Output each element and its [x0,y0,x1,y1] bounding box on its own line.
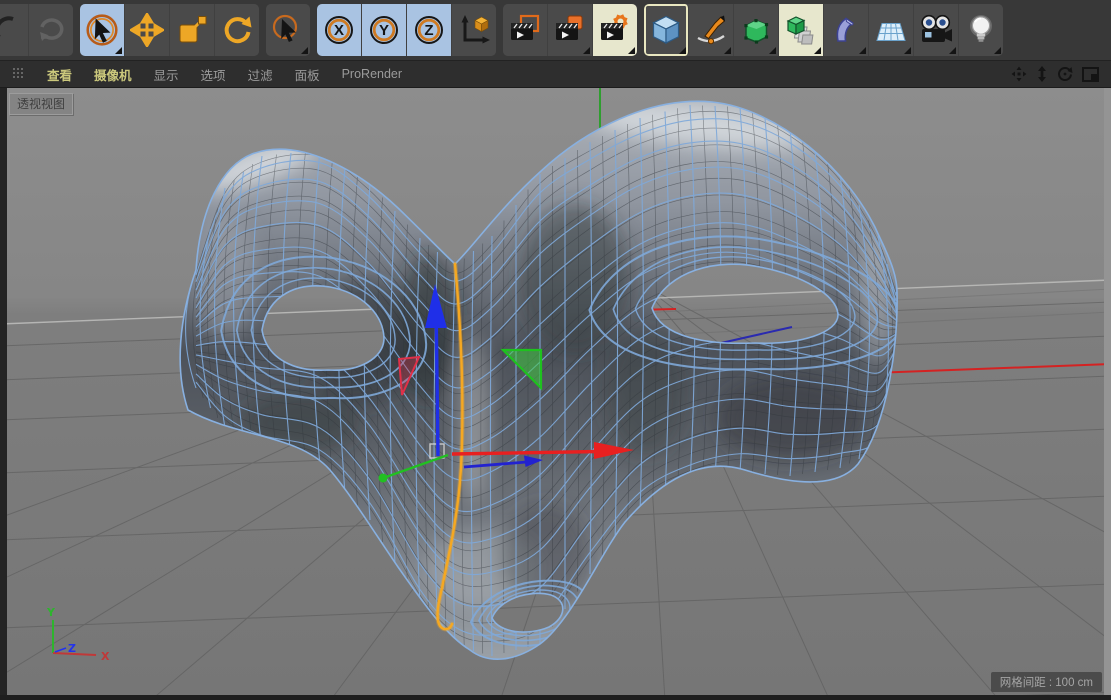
render-view-icon [508,13,542,47]
selection-group [266,4,310,56]
menu-filter[interactable]: 过滤 [237,65,284,84]
viewport-label: 透视视图 [9,93,73,115]
floor-environment-button[interactable] [869,4,914,56]
dropdown-corner [679,47,686,54]
pen-spline-button[interactable] [689,4,734,56]
menu-panel[interactable]: 面板 [284,65,331,84]
dropdown-corner [769,47,776,54]
selection-tool-button[interactable] [266,4,310,56]
dropdown-corner [724,47,731,54]
y-axis-label: Y [362,4,406,56]
viewport-bottom-edge [0,695,1111,700]
coordinate-system-icon [457,13,491,47]
axis-x-label: X [101,650,110,663]
toggle-panel-icon[interactable] [1082,67,1099,82]
subdivision-surface-icon [739,13,773,47]
menu-camera[interactable]: 摄像机 [83,65,143,84]
camera-button[interactable] [914,4,959,56]
add-cube-button[interactable] [644,4,689,56]
render-to-picture-viewer-button[interactable] [548,4,593,56]
axis-y-label: Y [46,606,56,619]
menu-display[interactable]: 显示 [143,65,190,84]
render-settings-icon [598,13,632,47]
grid-spacing-status: 网格间距 : 100 cm [991,672,1102,692]
object-creation-group [644,4,1003,56]
undo-icon [0,13,23,47]
dropdown-corner [583,47,590,54]
menu-view[interactable]: 查看 [36,65,83,84]
camera-icon [918,13,954,47]
rotate-tool-button[interactable] [215,4,259,56]
axis-lock-group: X Y Z [317,4,496,56]
live-selection-button[interactable] [80,4,125,56]
viewport-perspective[interactable]: Y Z X 透视视图 网格间距 : 100 cm [0,88,1111,700]
zoom-view-icon[interactable] [1036,66,1048,82]
scale-icon [175,13,209,47]
render-group [503,4,637,56]
rotate-icon [220,13,254,47]
viewport-left-edge [0,88,7,700]
dropdown-corner [949,47,956,54]
transform-tools-group [80,4,259,56]
lock-y-axis-button[interactable]: Y [362,4,407,56]
cinema4d-window: X Y Z [0,0,1111,700]
render-view-button[interactable] [503,4,548,56]
z-axis-label: Z [407,4,451,56]
live-selection-icon [84,12,120,48]
render-picture-viewer-icon [553,13,587,47]
render-settings-button[interactable] [593,4,637,56]
scale-tool-button[interactable] [170,4,215,56]
move-tool-button[interactable] [125,4,170,56]
dropdown-corner [994,47,1001,54]
light-bulb-icon [964,13,998,47]
dropdown-corner [859,47,866,54]
dropdown-corner [115,47,122,54]
rotate-view-icon[interactable] [1057,66,1073,82]
undo-button[interactable] [0,4,29,56]
menubar-grip-icon[interactable] [12,67,26,81]
viewport-menubar: 查看 摄像机 显示 选项 过滤 面板 ProRender [0,60,1111,88]
dropdown-corner [814,47,821,54]
pen-spline-icon [694,13,728,47]
dropdown-corner [904,47,911,54]
subdivision-surface-button[interactable] [734,4,779,56]
menu-prorender[interactable]: ProRender [331,67,413,81]
cube-primitive-icon [649,13,683,47]
redo-icon [34,13,68,47]
viewport-nav-icons [1011,66,1099,82]
menu-options[interactable]: 选项 [190,65,237,84]
viewport-scene: Y Z X [0,88,1111,700]
x-axis-label: X [317,4,361,56]
array-modeling-icon [784,13,818,47]
light-button[interactable] [959,4,1003,56]
deformer-icon [829,13,863,47]
coordinate-system-button[interactable] [452,4,496,56]
array-modeling-button[interactable] [779,4,824,56]
pan-view-icon[interactable] [1011,66,1027,82]
redo-button[interactable] [29,4,73,56]
main-toolbar: X Y Z [0,0,1111,60]
gizmo-green-handle-dot[interactable] [379,474,388,483]
deformer-button[interactable] [824,4,869,56]
dropdown-corner [628,47,635,54]
undo-redo-group [0,4,73,56]
axis-z-label: Z [68,642,76,655]
move-icon [130,13,164,47]
selection-arrow-icon [271,13,305,47]
dropdown-corner [301,47,308,54]
floor-grid-icon [874,13,908,47]
viewport-right-scrollbar[interactable] [1104,88,1111,695]
lock-x-axis-button[interactable]: X [317,4,362,56]
lock-z-axis-button[interactable]: Z [407,4,452,56]
